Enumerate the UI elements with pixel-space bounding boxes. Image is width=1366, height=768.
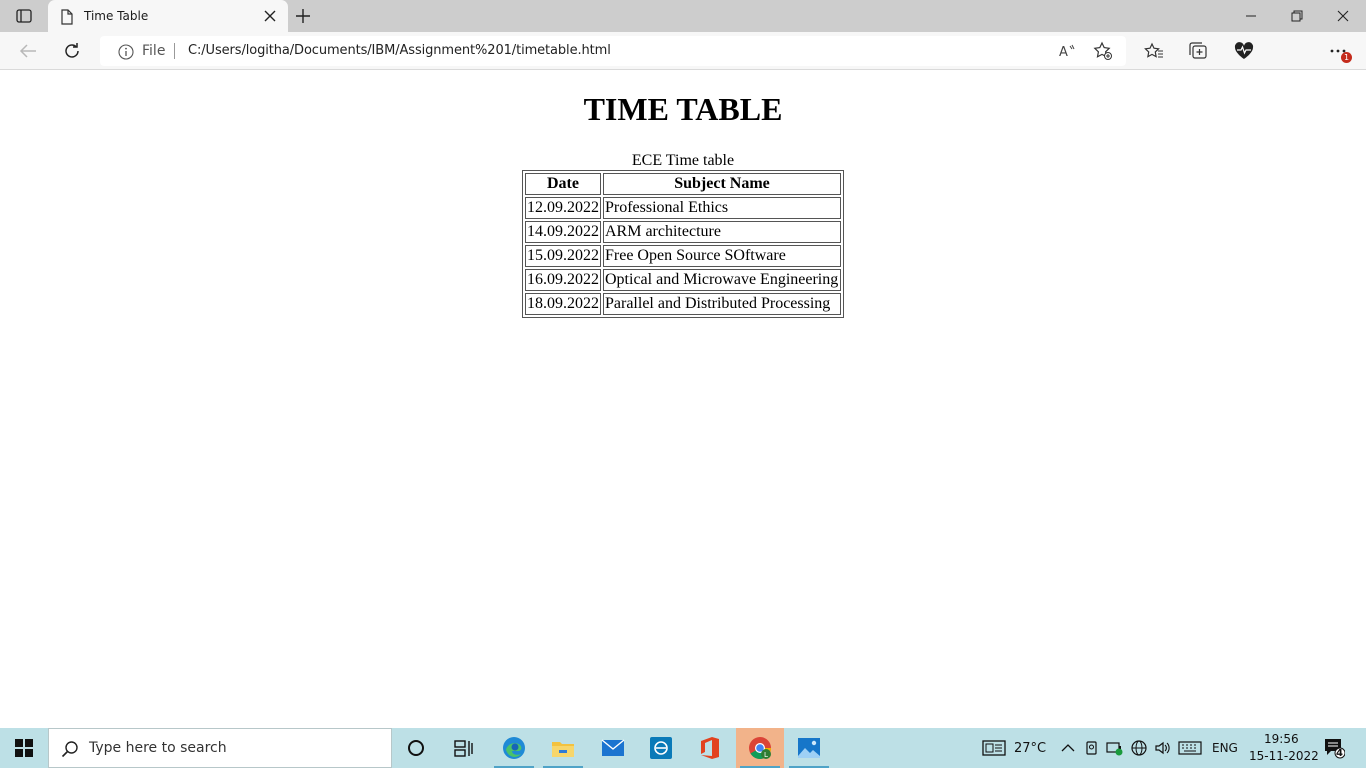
start-button[interactable] <box>0 728 48 768</box>
meet-now-icon[interactable] <box>1080 736 1104 760</box>
taskbar-search-box[interactable]: Type here to search <box>48 728 392 768</box>
notification-count: 4 <box>1336 748 1343 759</box>
page-icon <box>61 9 73 25</box>
info-icon[interactable] <box>118 44 134 60</box>
chrome-icon[interactable]: L <box>736 728 784 768</box>
back-icon[interactable] <box>16 39 40 63</box>
date-cell: 18.09.2022 <box>525 293 601 315</box>
edge-taskbar-icon[interactable] <box>490 728 538 768</box>
url-text[interactable]: C:/Users/logitha/Documents/IBM/Assignmen… <box>188 43 611 58</box>
date-cell: 16.09.2022 <box>525 269 601 291</box>
table-header-row: Date Subject Name <box>525 173 841 195</box>
browser-tabstrip: Time Table <box>0 0 1366 32</box>
tab-time-table[interactable]: Time Table <box>48 0 288 32</box>
table-row: 18.09.2022 Parallel and Distributed Proc… <box>525 293 841 315</box>
read-aloud-icon[interactable]: A <box>1055 39 1079 63</box>
subject-cell: Parallel and Distributed Processing <box>603 293 841 315</box>
show-hidden-icons[interactable] <box>1056 736 1080 760</box>
site-label[interactable]: File <box>142 43 165 59</box>
subject-cell: Free Open Source SOftware <box>603 245 841 267</box>
address-bar[interactable]: File C:/Users/logitha/Documents/IBM/Assi… <box>100 36 1126 66</box>
subject-cell: ARM architecture <box>603 221 841 243</box>
keyboard-icon[interactable] <box>1178 736 1202 760</box>
weather-temperature[interactable]: 27°C <box>1014 741 1046 756</box>
timetable-container: ECE Time table Date Subject Name 12.09.2… <box>522 151 844 318</box>
minimize-button[interactable] <box>1228 0 1274 32</box>
table-row: 12.09.2022 Professional Ethics <box>525 197 841 219</box>
close-window-button[interactable] <box>1320 0 1366 32</box>
subject-cell: Professional Ethics <box>603 197 841 219</box>
battery-icon[interactable] <box>1103 736 1127 760</box>
notification-badge: 1 <box>1341 52 1352 63</box>
volume-icon[interactable] <box>1151 736 1175 760</box>
page-title: TIME TABLE <box>583 91 783 127</box>
collections-icon[interactable] <box>1186 39 1210 63</box>
file-explorer-icon[interactable] <box>539 728 587 768</box>
close-tab-icon[interactable] <box>264 10 276 22</box>
timetable: Date Subject Name 12.09.2022 Professiona… <box>522 170 844 318</box>
table-row: 15.09.2022 Free Open Source SOftware <box>525 245 841 267</box>
new-tab-icon[interactable] <box>294 7 312 25</box>
task-view-button[interactable] <box>440 728 488 768</box>
table-caption: ECE Time table <box>631 152 735 169</box>
clock-time[interactable]: 19:56 <box>1264 732 1299 746</box>
favorites-icon[interactable] <box>1142 39 1166 63</box>
search-placeholder: Type here to search <box>89 740 227 756</box>
cortana-button[interactable] <box>392 728 440 768</box>
language-indicator[interactable]: ENG <box>1212 741 1238 755</box>
column-header-date: Date <box>525 173 601 195</box>
add-favorite-icon[interactable] <box>1091 39 1115 63</box>
windows-taskbar: Type here to search L 27°C ENG 19:56 15-… <box>0 728 1366 768</box>
clock-date[interactable]: 15-11-2022 <box>1249 749 1319 763</box>
table-row: 16.09.2022 Optical and Microwave Enginee… <box>525 269 841 291</box>
network-icon[interactable] <box>1127 736 1151 760</box>
subject-cell: Optical and Microwave Engineering <box>603 269 841 291</box>
restore-button[interactable] <box>1274 0 1320 32</box>
browser-toolbar: File C:/Users/logitha/Documents/IBM/Assi… <box>0 32 1366 96</box>
mail-icon[interactable] <box>589 728 637 768</box>
column-header-subject: Subject Name <box>603 173 841 195</box>
page-content: TIME TABLE ECE Time table Date Subject N… <box>0 71 1366 728</box>
search-icon <box>61 741 78 758</box>
date-cell: 15.09.2022 <box>525 245 601 267</box>
dell-app-icon[interactable] <box>637 728 685 768</box>
svg-text:L: L <box>764 751 768 759</box>
address-separator <box>174 43 175 59</box>
news-widget-icon[interactable] <box>982 736 1006 760</box>
date-cell: 14.09.2022 <box>525 221 601 243</box>
date-cell: 12.09.2022 <box>525 197 601 219</box>
photos-icon[interactable] <box>785 728 833 768</box>
table-row: 14.09.2022 ARM architecture <box>525 221 841 243</box>
refresh-icon[interactable] <box>60 39 84 63</box>
browser-essentials-icon[interactable] <box>1232 39 1256 63</box>
svg-text:A: A <box>1059 45 1068 59</box>
office-icon[interactable] <box>686 728 734 768</box>
windows-icon <box>15 739 33 757</box>
tab-actions-icon[interactable] <box>8 4 40 28</box>
tab-title: Time Table <box>84 9 149 23</box>
